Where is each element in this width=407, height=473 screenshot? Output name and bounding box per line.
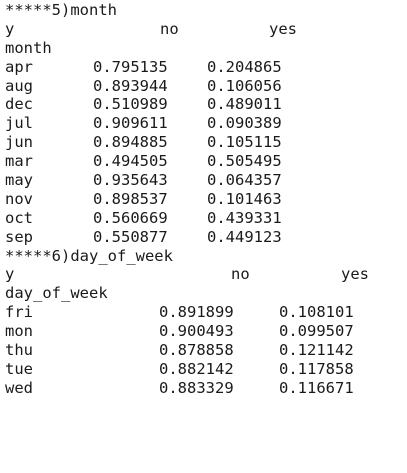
table-row: mon 0.900493 0.099507 [5, 322, 405, 341]
row-label: oct [5, 208, 33, 227]
value-no: 0.891899 [159, 303, 234, 322]
value-no: 0.900493 [159, 322, 234, 341]
table-row: oct 0.560669 0.439331 [5, 209, 405, 228]
value-yes: 0.090389 [207, 114, 282, 133]
day-table-header: y no yes [5, 265, 405, 284]
value-yes: 0.117858 [279, 359, 354, 378]
row-label: wed [5, 378, 33, 397]
value-yes: 0.204865 [207, 57, 282, 76]
section-title-day-of-week: *****6)day_of_week [5, 246, 173, 265]
row-label: tue [5, 359, 33, 378]
value-no: 0.795135 [93, 57, 168, 76]
value-yes: 0.489011 [207, 95, 282, 114]
column-header-yes: yes [269, 19, 297, 38]
value-no: 0.494505 [93, 152, 168, 171]
value-no: 0.882142 [159, 359, 234, 378]
table-row: apr 0.795135 0.204865 [5, 58, 405, 77]
table-row: wed 0.883329 0.116671 [5, 379, 405, 398]
row-label: nov [5, 189, 33, 208]
value-yes: 0.108101 [279, 303, 354, 322]
console-output: *****5)month y no yes month apr 0.795135… [5, 1, 405, 398]
value-yes: 0.099507 [279, 322, 354, 341]
value-no: 0.550877 [93, 227, 168, 246]
value-no: 0.894885 [93, 133, 168, 152]
table-row: jul 0.909611 0.090389 [5, 114, 405, 133]
column-group-label: y [5, 265, 15, 284]
value-no: 0.909611 [93, 114, 168, 133]
column-header-no: no [160, 19, 179, 38]
row-label: may [5, 171, 33, 190]
table-row: mar 0.494505 0.505495 [5, 152, 405, 171]
table-row: aug 0.893944 0.106056 [5, 77, 405, 96]
row-label: mon [5, 322, 33, 341]
value-no: 0.935643 [93, 171, 168, 190]
index-name-day-of-week: day_of_week [5, 284, 108, 303]
row-label: apr [5, 57, 33, 76]
row-label: fri [5, 303, 33, 322]
row-label: sep [5, 227, 33, 246]
row-label: mar [5, 152, 33, 171]
table-row: sep 0.550877 0.449123 [5, 228, 405, 247]
value-no: 0.510989 [93, 95, 168, 114]
section-title-month: *****5)month [5, 1, 117, 19]
value-yes: 0.105115 [207, 133, 282, 152]
table-row: fri 0.891899 0.108101 [5, 303, 405, 322]
table-row: nov 0.898537 0.101463 [5, 190, 405, 209]
value-no: 0.878858 [159, 341, 234, 360]
value-yes: 0.121142 [279, 341, 354, 360]
month-table-header: y no yes [5, 20, 405, 39]
table-row: jun 0.894885 0.105115 [5, 133, 405, 152]
row-label: thu [5, 341, 33, 360]
value-yes: 0.064357 [207, 171, 282, 190]
value-yes: 0.106056 [207, 76, 282, 95]
column-header-yes: yes [341, 265, 369, 284]
table-row: thu 0.878858 0.121142 [5, 341, 405, 360]
row-label: aug [5, 76, 33, 95]
table-row: may 0.935643 0.064357 [5, 171, 405, 190]
index-name-month: month [5, 38, 52, 57]
value-no: 0.893944 [93, 76, 168, 95]
value-yes: 0.116671 [279, 378, 354, 397]
value-no: 0.883329 [159, 378, 234, 397]
table-row: tue 0.882142 0.117858 [5, 360, 405, 379]
value-yes: 0.101463 [207, 189, 282, 208]
row-label: jul [5, 114, 33, 133]
row-label: dec [5, 95, 33, 114]
value-no: 0.560669 [93, 208, 168, 227]
value-yes: 0.505495 [207, 152, 282, 171]
row-label: jun [5, 133, 33, 152]
value-yes: 0.439331 [207, 208, 282, 227]
value-no: 0.898537 [93, 189, 168, 208]
table-row: dec 0.510989 0.489011 [5, 95, 405, 114]
value-yes: 0.449123 [207, 227, 282, 246]
column-group-label: y [5, 19, 15, 38]
column-header-no: no [231, 265, 250, 284]
